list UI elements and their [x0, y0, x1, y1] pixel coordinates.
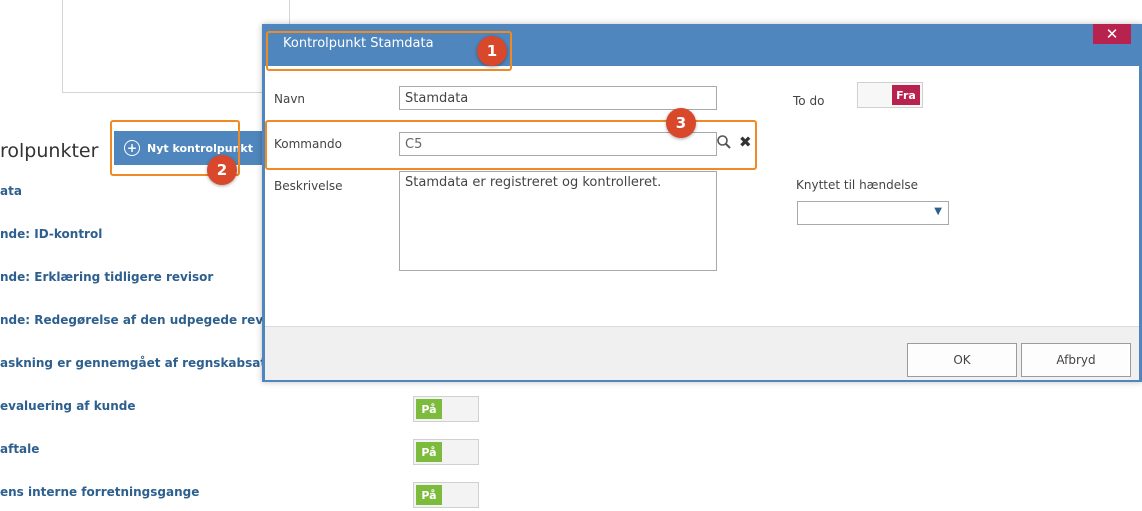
dialog-footer: OK Afbryd	[265, 326, 1139, 380]
beskrivelse-label: Beskrivelse	[274, 179, 343, 193]
todo-toggle-off-label: Fra	[892, 85, 920, 105]
todo-toggle[interactable]: Fra	[857, 82, 923, 108]
ok-button[interactable]: OK	[907, 343, 1017, 377]
navn-label: Navn	[274, 92, 306, 106]
list-item[interactable]: askning er gennemgået af regnskabsat	[0, 356, 266, 370]
callout-badge-2: 2	[207, 155, 237, 185]
callout-badge-1: 1	[477, 36, 507, 66]
event-select[interactable]: ▼	[797, 201, 949, 225]
list-item[interactable]: ens interne forretningsgange	[0, 485, 199, 499]
list-item[interactable]: evaluering af kunde	[0, 399, 136, 413]
checkpoint-dialog: Kontrolpunkt Stamdata ✕ Navn Kommando ✖ …	[262, 24, 1142, 382]
beskrivelse-textarea[interactable]: Stamdata er registreret og kontrolleret.	[399, 171, 717, 271]
list-item[interactable]: aftale	[0, 442, 39, 456]
event-label: Knyttet til hændelse	[796, 178, 919, 192]
toggle-switch[interactable]: På	[413, 396, 479, 422]
list-item[interactable]: nde: Erklæring tidligere revisor	[0, 270, 213, 284]
todo-label: To do	[793, 94, 825, 108]
toggle-switch[interactable]: På	[413, 439, 479, 465]
toggle-on-label: På	[416, 485, 442, 505]
list-item[interactable]: nde: Redegørelse af den udpegede rev	[0, 313, 263, 327]
callout-badge-3: 3	[666, 108, 696, 138]
close-icon: ✕	[1105, 25, 1119, 43]
top-panel	[62, 0, 290, 93]
toggle-on-label: På	[416, 442, 442, 462]
cancel-button[interactable]: Afbryd	[1021, 343, 1131, 377]
navn-input[interactable]	[399, 86, 717, 110]
callout-highlight-title	[266, 31, 512, 71]
list-item[interactable]: nde: ID-kontrol	[0, 227, 102, 241]
toggle-switch[interactable]: På	[413, 482, 479, 508]
section-title: rolpunkter	[0, 140, 99, 162]
list-item[interactable]: ata	[0, 184, 22, 198]
close-button[interactable]: ✕	[1093, 24, 1131, 44]
toggle-on-label: På	[416, 399, 442, 419]
chevron-down-icon: ▼	[934, 206, 942, 217]
